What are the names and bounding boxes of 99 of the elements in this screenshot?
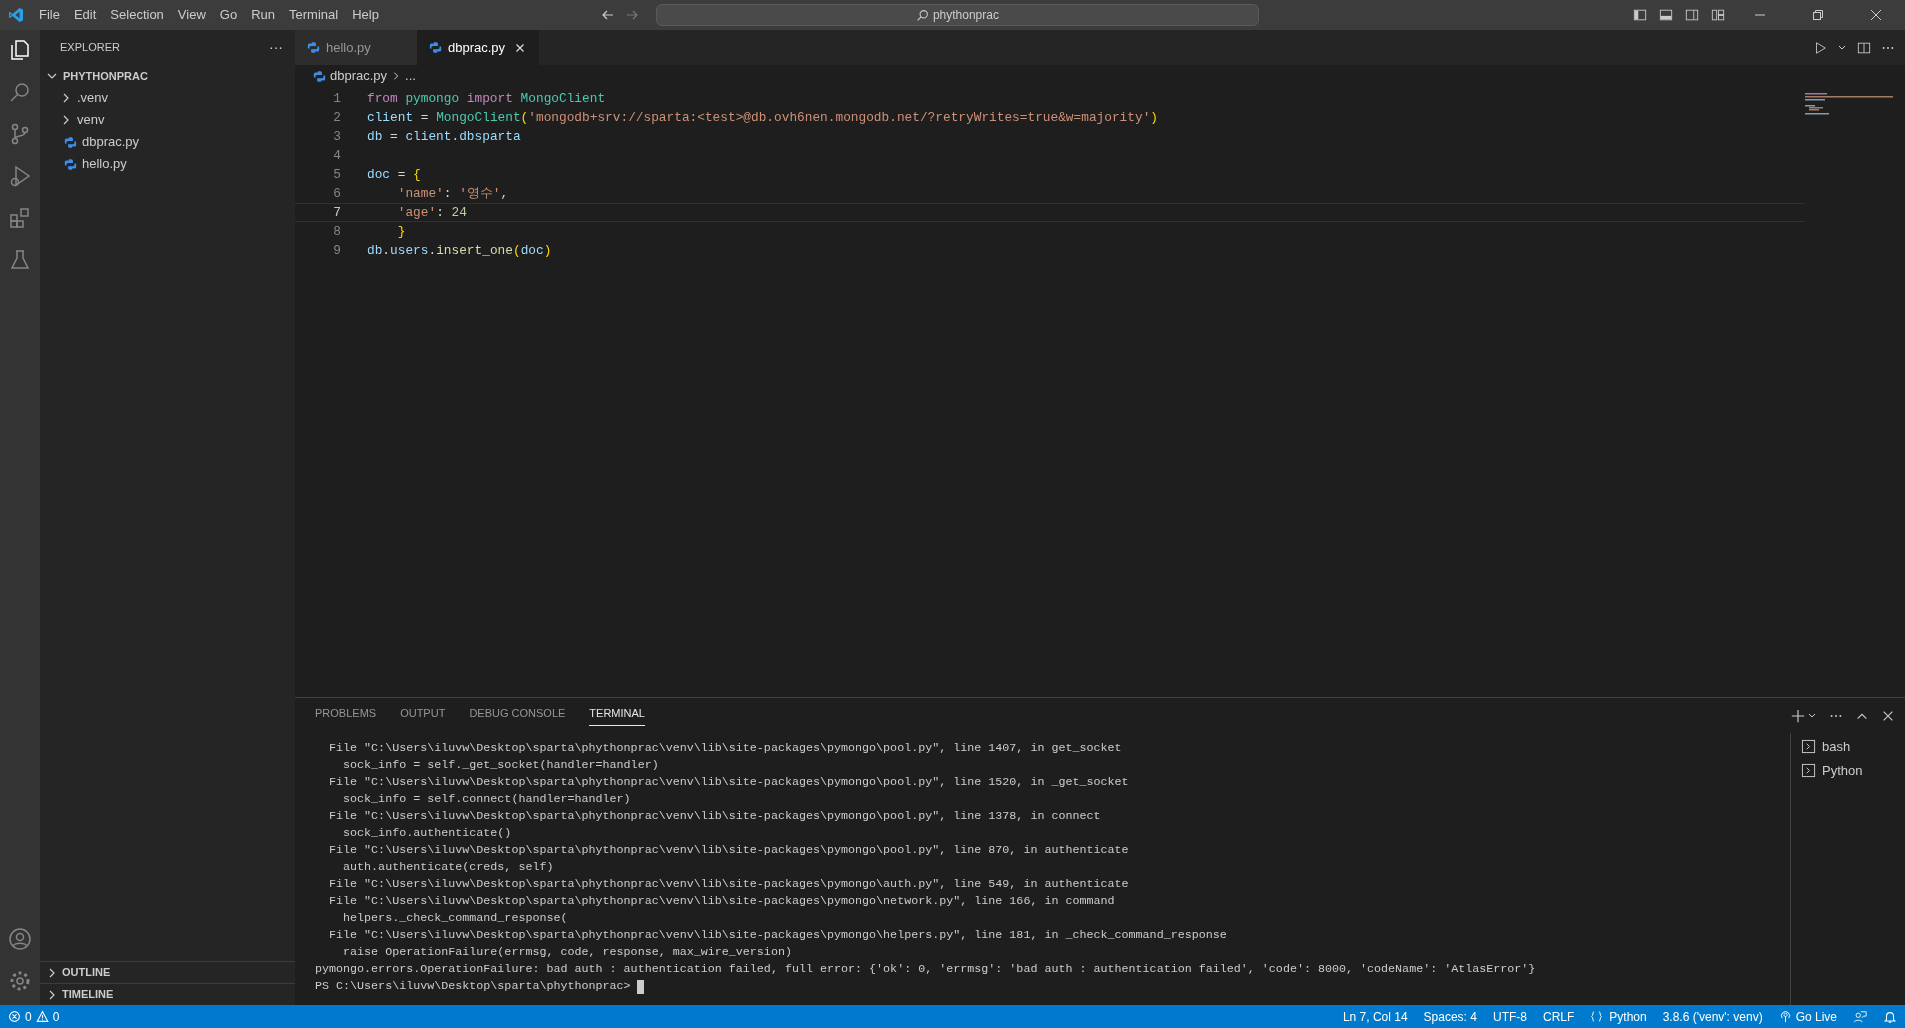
terminal-line: helpers._check_command_response( — [342, 910, 569, 927]
python-file-icon — [64, 157, 77, 171]
toggle-panel-icon[interactable] — [1659, 8, 1673, 22]
tree-item[interactable]: venv — [40, 109, 295, 131]
terminal-line: raise OperationFailure(errmsg, code, response, max_wire_version) — [342, 944, 793, 961]
status-item[interactable]: Spaces: 4 — [1423, 1007, 1477, 1026]
code-line: from pymongo import MongoClient — [366, 89, 606, 108]
section-header[interactable]: OUTLINE — [40, 961, 295, 983]
terminal-line: File "C:\Users\iluvw\Desktop\sparta\phythonprac\venv\lib\site-packages\pymongo\pool.py", line 1520, in _get_socket — [328, 774, 1130, 791]
terminal-line: pymongo.errors.OperationFailure: bad auth : authentication failed, full error: {'ok': 0, 'errmsg': 'bad auth : authentication failed', 'code': 8000, 'codeName': 'AtlasError'} — [315, 961, 1537, 978]
run-icon[interactable] — [1813, 40, 1827, 55]
code-line: db.users.insert_one(doc) — [366, 241, 552, 260]
terminal-prompt: PS C:\Users\iluvw\Desktop\sparta\phythonprac> — [315, 978, 631, 995]
braces-icon — [1590, 1010, 1604, 1023]
python-file-icon — [313, 69, 326, 83]
terminal-line: File "C:\Users\iluvw\Desktop\sparta\phythonprac\venv\lib\site-packages\pymongo\network.py", line 166, in command — [328, 893, 1116, 910]
editor-tab[interactable]: hello.py — [295, 30, 417, 65]
search-text: phythonprac — [932, 7, 999, 24]
status-item[interactable]: UTF-8 — [1492, 1007, 1527, 1026]
tree-item[interactable]: .venv — [40, 87, 295, 109]
menu-item[interactable]: Edit — [66, 3, 104, 27]
command-center-search[interactable]: phythonprac — [655, 4, 1259, 26]
tree-item[interactable]: PHYTHONPRAC — [40, 65, 295, 87]
terminal-line: sock_info = self._get_socket(handler=handler) — [342, 757, 660, 774]
terminal-icon — [1801, 739, 1816, 755]
terminal-line: File "C:\Users\iluvw\Desktop\sparta\phythonprac\venv\lib\site-packages\pymongo\auth.py", line 549, in authenticate — [328, 876, 1130, 893]
code-line: 'name': '영수', — [396, 184, 509, 203]
line-number: 9 — [332, 241, 341, 260]
app-logo-icon — [8, 7, 24, 23]
python-file-icon — [307, 41, 320, 54]
new-terminal-icon[interactable] — [1791, 708, 1805, 723]
menu-item[interactable]: Terminal — [282, 3, 346, 27]
terminal-line: File "C:\Users\iluvw\Desktop\sparta\phythonprac\venv\lib\site-packages\pymongo\helpers.py", line 181, in _check_command_response — [328, 927, 1228, 944]
panel-tab[interactable]: DEBUG CONSOLE — [469, 705, 566, 726]
warning-icon[interactable] — [35, 1010, 49, 1023]
terminal-icon — [1801, 762, 1816, 778]
status-item[interactable]: 3.8.6 ('venv': venv) — [1662, 1007, 1763, 1026]
toggle-secondary-sidebar-icon[interactable] — [1685, 8, 1699, 22]
menu-item[interactable]: Run — [244, 3, 282, 27]
explorer-title: EXPLORER — [60, 40, 120, 56]
flask-icon[interactable] — [8, 248, 32, 272]
warning-count[interactable]: 0 — [52, 1007, 60, 1026]
panel-tab[interactable]: TERMINAL — [589, 705, 645, 726]
error-count[interactable]: 0 — [25, 1007, 32, 1026]
tree-item[interactable]: dbprac.py — [40, 131, 295, 153]
layout-icon[interactable] — [1711, 8, 1725, 22]
terminal-line: auth.authenticate(creds, self) — [342, 859, 555, 876]
editor-tab[interactable]: dbprac.py — [417, 30, 539, 65]
code-line: db = client.dbsparta — [366, 127, 521, 146]
line-number: 4 — [332, 146, 341, 165]
python-file-icon — [64, 135, 77, 149]
toggle-sidebar-icon[interactable] — [1633, 8, 1647, 22]
more-actions-button[interactable]: ··· — [269, 37, 283, 58]
error-icon[interactable] — [8, 1010, 21, 1023]
menu-item[interactable]: Selection — [103, 3, 171, 27]
menu-item[interactable]: File — [32, 3, 67, 27]
terminal-item[interactable]: bash — [1801, 737, 1905, 757]
settings-icon[interactable] — [8, 969, 32, 993]
search-icon — [915, 8, 929, 22]
status-item[interactable]: Ln 7, Col 14 — [1342, 1007, 1408, 1026]
account-icon[interactable] — [8, 927, 32, 951]
python-file-icon — [429, 41, 442, 54]
status-item[interactable]: CRLF — [1542, 1007, 1575, 1026]
terminal-line: sock_info.authenticate() — [342, 825, 513, 842]
tree-item[interactable]: hello.py — [40, 153, 295, 175]
line-number: 5 — [332, 165, 341, 184]
extensions-icon[interactable] — [8, 206, 32, 230]
terminal-line: File "C:\Users\iluvw\Desktop\sparta\phythonprac\venv\lib\site-packages\pymongo\pool.py", line 1407, in get_socket — [328, 740, 1123, 757]
panel-tab[interactable]: OUTPUT — [400, 705, 446, 726]
run-debug-icon[interactable] — [8, 164, 32, 188]
menu-item[interactable]: View — [170, 3, 213, 27]
line-number: 7 — [332, 203, 341, 222]
panel-tab[interactable]: PROBLEMS — [315, 705, 377, 726]
terminal-line: sock_info = self.connect(handler=handler) — [342, 791, 632, 808]
code-line: } — [396, 222, 406, 241]
menu-item[interactable]: Help — [345, 3, 386, 27]
terminal-cursor — [636, 979, 644, 994]
code-line: client = MongoClient('mongodb+srv://sparta:<test>@db.ovh6nen.mongodb.net/?retryWrites=true&w=majority') — [366, 108, 1158, 127]
files-icon[interactable] — [8, 38, 32, 62]
code-line: doc = { — [366, 165, 421, 184]
code-line: 'age': 24 — [396, 203, 467, 222]
go-live-button[interactable]: Go Live — [1778, 1007, 1837, 1026]
breadcrumb-item[interactable]: ... — [405, 66, 416, 86]
terminal-line: File "C:\Users\iluvw\Desktop\sparta\phythonprac\venv\lib\site-packages\pymongo\pool.py", line 1378, in connect — [328, 808, 1102, 825]
bell-icon[interactable] — [1883, 1009, 1897, 1024]
line-number: 6 — [332, 184, 341, 203]
menu-item[interactable]: Go — [212, 3, 245, 27]
line-number: 1 — [332, 89, 341, 108]
broadcast-icon — [1778, 1010, 1792, 1023]
split-editor-icon[interactable] — [1857, 40, 1871, 55]
line-number: 2 — [332, 108, 341, 127]
line-number: 3 — [332, 127, 341, 146]
person-chat-icon[interactable] — [1853, 1009, 1867, 1024]
search-icon[interactable] — [8, 80, 32, 104]
language-mode[interactable]: Python — [1590, 1007, 1647, 1026]
line-number: 8 — [332, 222, 341, 241]
terminal-item[interactable]: Python — [1801, 760, 1905, 780]
terminal-line: File "C:\Users\iluvw\Desktop\sparta\phythonprac\venv\lib\site-packages\pymongo\pool.py", line 870, in authenticate — [328, 842, 1130, 859]
breadcrumb-item[interactable]: dbprac.py — [313, 66, 388, 86]
